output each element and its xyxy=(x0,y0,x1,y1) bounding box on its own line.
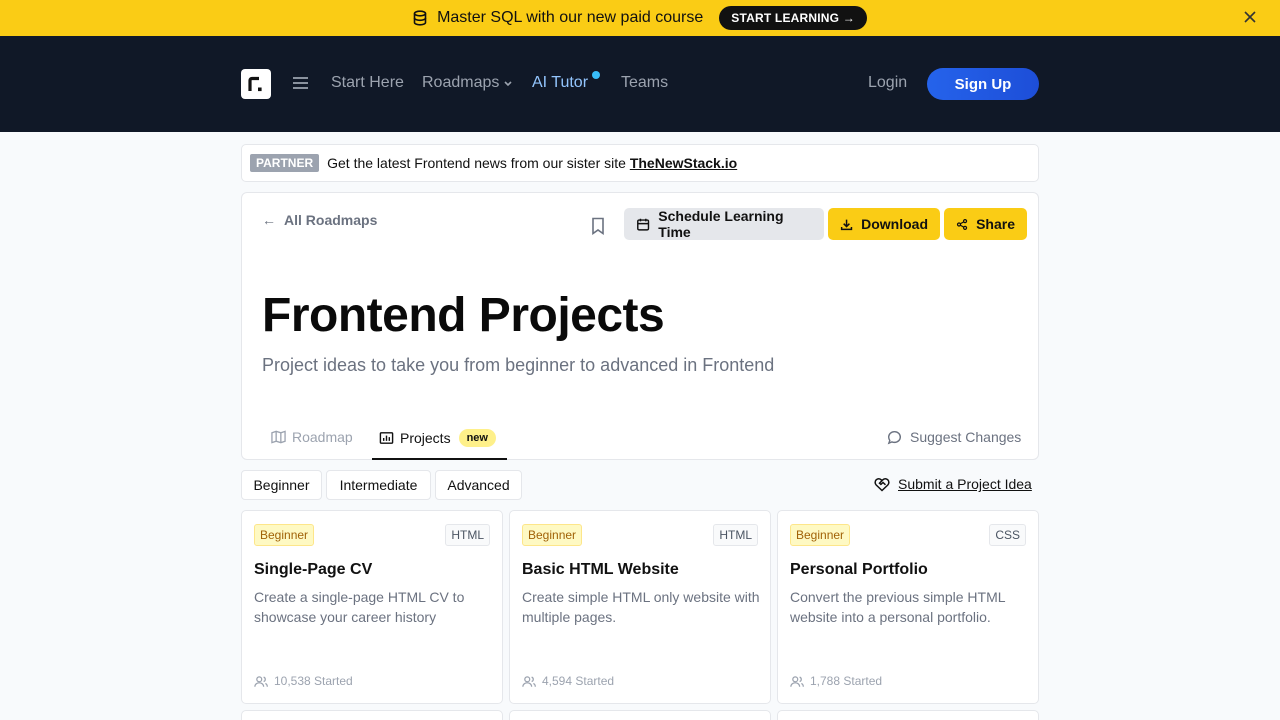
tab-projects-label: Projects xyxy=(400,430,451,446)
users-icon xyxy=(522,675,536,687)
started-count-label: 4,594 Started xyxy=(542,674,615,688)
project-card[interactable]: Beginner HTML Single-Page CV Create a si… xyxy=(241,510,503,704)
project-title: Single-Page CV xyxy=(254,561,373,578)
nav-start-here[interactable]: Start Here xyxy=(331,74,404,92)
nav-roadmaps-label: Roadmaps xyxy=(422,74,500,91)
submit-project-idea-label: Submit a Project Idea xyxy=(898,476,1032,492)
new-badge: new xyxy=(458,429,496,447)
top-navigation: Start Here Roadmaps AI Tutor Teams Login… xyxy=(0,36,1280,132)
suggest-changes-button[interactable]: Suggest Changes xyxy=(887,429,1021,445)
download-label: Download xyxy=(861,216,928,232)
project-description: Create a single-page HTML CV to showcase… xyxy=(254,589,465,625)
promo-banner: Master SQL with our new paid course STAR… xyxy=(0,0,1280,36)
login-link[interactable]: Login xyxy=(868,74,907,92)
users-icon xyxy=(790,675,804,687)
map-icon xyxy=(271,430,286,444)
page-subtitle: Project ideas to take you from beginner … xyxy=(262,355,775,375)
page-title: Frontend Projects xyxy=(262,289,665,342)
tab-roadmap[interactable]: Roadmap xyxy=(271,429,353,445)
difficulty-badge: Beginner xyxy=(522,524,583,546)
users-icon xyxy=(254,675,268,687)
partner-badge: PARTNER xyxy=(250,154,320,172)
roadmap-logo-icon xyxy=(248,76,262,92)
nav-ai-tutor[interactable]: AI Tutor xyxy=(532,74,588,92)
all-roadmaps-link[interactable]: ← All Roadmaps xyxy=(262,212,377,228)
nav-teams[interactable]: Teams xyxy=(621,74,668,92)
project-card[interactable]: Beginner HTML Basic HTML Website Create … xyxy=(509,510,771,704)
partner-bar: PARTNER Get the latest Frontend news fro… xyxy=(241,144,1039,182)
partner-text: Get the latest Frontend news from our si… xyxy=(327,155,630,171)
project-description: Create simple HTML only website with mul… xyxy=(522,589,760,625)
partner-link[interactable]: TheNewStack.io xyxy=(630,155,737,171)
project-description: Convert the previous simple HTML website… xyxy=(790,589,1006,625)
new-indicator-dot xyxy=(592,71,600,79)
nav-roadmaps[interactable]: Roadmaps xyxy=(422,74,513,92)
filter-advanced[interactable]: Advanced xyxy=(435,470,522,500)
project-title: Personal Portfolio xyxy=(790,561,928,578)
schedule-learning-time-label: Schedule Learning Time xyxy=(658,208,784,240)
share-icon xyxy=(956,218,968,230)
partner-message: Get the latest Frontend news from our si… xyxy=(327,155,737,171)
submit-project-idea-link[interactable]: Submit a Project Idea xyxy=(874,476,1032,492)
started-count-label: 10,538 Started xyxy=(274,674,353,688)
chat-bubble-icon xyxy=(887,430,902,444)
heart-handshake-icon xyxy=(874,477,890,492)
project-card-partial[interactable] xyxy=(241,710,503,720)
calendar-icon xyxy=(637,218,650,231)
difficulty-badge: Beginner xyxy=(254,524,315,546)
all-roadmaps-label: All Roadmaps xyxy=(284,212,378,228)
active-tab-indicator xyxy=(372,458,507,460)
tech-badge: HTML xyxy=(445,524,490,546)
schedule-learning-time-button[interactable]: Schedule Learning Time xyxy=(624,208,824,240)
started-count-label: 1,788 Started xyxy=(810,674,883,688)
logo[interactable] xyxy=(241,69,271,99)
download-icon xyxy=(840,219,853,230)
project-card[interactable]: Beginner CSS Personal Portfolio Convert … xyxy=(777,510,1039,704)
tech-badge: CSS xyxy=(989,524,1026,546)
chevron-down-icon xyxy=(504,81,512,86)
started-count: 4,594 Started xyxy=(522,674,614,688)
sign-up-button[interactable]: Sign Up xyxy=(927,68,1039,100)
roadmap-header-card: ← All Roadmaps Schedule Learning Time Do… xyxy=(241,192,1039,460)
folder-chart-icon xyxy=(379,432,394,444)
project-card-partial[interactable] xyxy=(777,710,1039,720)
filter-intermediate[interactable]: Intermediate xyxy=(326,470,431,500)
close-icon[interactable] xyxy=(1242,9,1258,25)
difficulty-badge: Beginner xyxy=(790,524,851,546)
database-icon xyxy=(413,10,427,26)
project-card-partial[interactable] xyxy=(509,710,771,720)
project-title: Basic HTML Website xyxy=(522,561,679,578)
share-label: Share xyxy=(976,216,1015,232)
started-count: 1,788 Started xyxy=(790,674,882,688)
filter-beginner[interactable]: Beginner xyxy=(241,470,322,500)
start-learning-button[interactable]: START LEARNING → xyxy=(719,6,867,30)
bookmark-icon[interactable] xyxy=(591,217,605,235)
tab-roadmap-label: Roadmap xyxy=(292,429,353,445)
share-button[interactable]: Share xyxy=(944,208,1027,240)
promo-text: Master SQL with our new paid course xyxy=(437,9,704,26)
hamburger-menu-icon[interactable] xyxy=(292,76,309,90)
started-count: 10,538 Started xyxy=(254,674,353,688)
tab-projects[interactable]: Projects new xyxy=(379,429,496,447)
tech-badge: HTML xyxy=(713,524,758,546)
suggest-changes-label: Suggest Changes xyxy=(910,429,1022,445)
arrow-left-icon: ← xyxy=(262,212,276,228)
download-button[interactable]: Download xyxy=(828,208,940,240)
